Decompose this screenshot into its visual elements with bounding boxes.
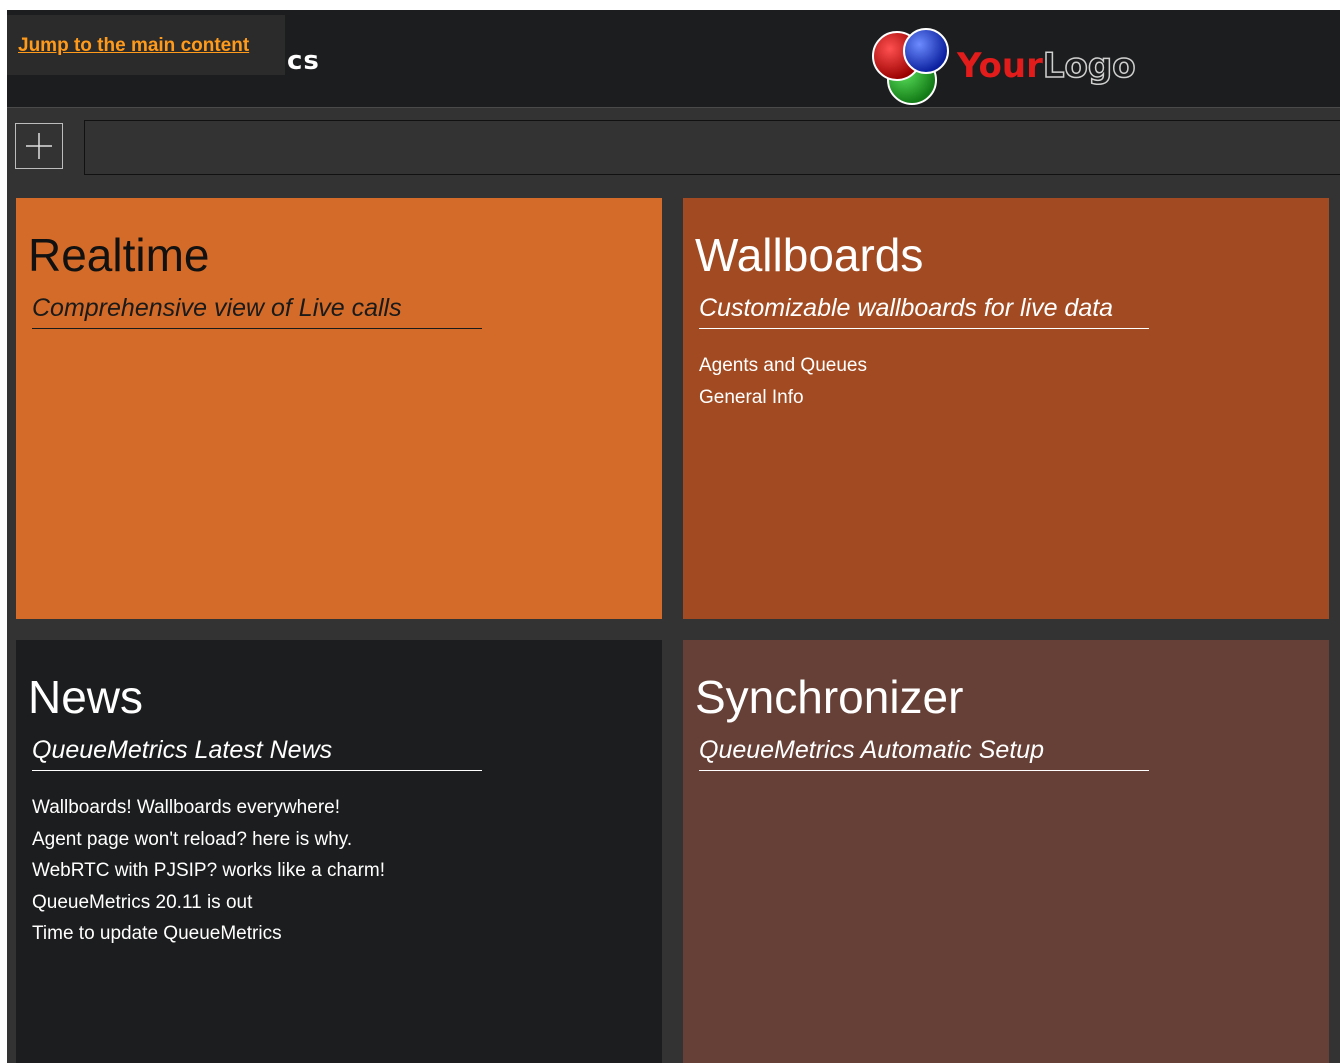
tile-wallboards[interactable]: Wallboards Customizable wallboards for l… (683, 198, 1329, 619)
logo-text-your: Your (957, 46, 1043, 86)
tile-subtitle: Customizable wallboards for live data (699, 294, 1149, 329)
wallboard-link-general-info[interactable]: General Info (699, 382, 867, 414)
toolbar (7, 108, 1340, 188)
plus-icon (26, 133, 52, 159)
tile-title[interactable]: News (28, 670, 143, 724)
skip-to-content-link[interactable]: Jump to the main content (18, 35, 249, 57)
news-item[interactable]: Time to update QueueMetrics (32, 918, 385, 950)
logo-wordmark: YourLogo (957, 45, 1136, 87)
wallboard-links: Agents and Queues General Info (699, 350, 867, 413)
logo-text-logo: Logo (1042, 45, 1136, 87)
tile-title[interactable]: Wallboards (695, 228, 923, 282)
tile-news[interactable]: News QueueMetrics Latest News Wallboards… (16, 640, 662, 1063)
wallboard-link-agents-queues[interactable]: Agents and Queues (699, 350, 867, 382)
company-logo: YourLogo (869, 26, 1179, 106)
tile-subtitle: QueueMetrics Automatic Setup (699, 736, 1149, 771)
news-list: Wallboards! Wallboards everywhere! Agent… (32, 792, 385, 950)
news-item[interactable]: Agent page won't reload? here is why. (32, 824, 385, 856)
news-item[interactable]: QueueMetrics 20.11 is out (32, 887, 385, 919)
tile-title[interactable]: Realtime (28, 228, 210, 282)
tile-subtitle: Comprehensive view of Live calls (32, 294, 482, 329)
logo-circles-icon (872, 28, 949, 105)
tile-subtitle: QueueMetrics Latest News (32, 736, 482, 771)
news-item[interactable]: WebRTC with PJSIP? works like a charm! (32, 855, 385, 887)
app-brand-fragment: cs (287, 46, 320, 76)
tile-realtime[interactable]: Realtime Comprehensive view of Live call… (16, 198, 662, 619)
news-item[interactable]: Wallboards! Wallboards everywhere! (32, 792, 385, 824)
app-window: cs Jump to the main content YourLogo Rea… (7, 10, 1340, 1063)
tile-title[interactable]: Synchronizer (695, 670, 963, 724)
tile-synchronizer[interactable]: Synchronizer QueueMetrics Automatic Setu… (683, 640, 1329, 1063)
add-button[interactable] (15, 123, 63, 169)
search-input[interactable] (84, 120, 1340, 175)
header-bar: cs Jump to the main content YourLogo (7, 10, 1340, 108)
skip-link-container: Jump to the main content (7, 15, 285, 75)
